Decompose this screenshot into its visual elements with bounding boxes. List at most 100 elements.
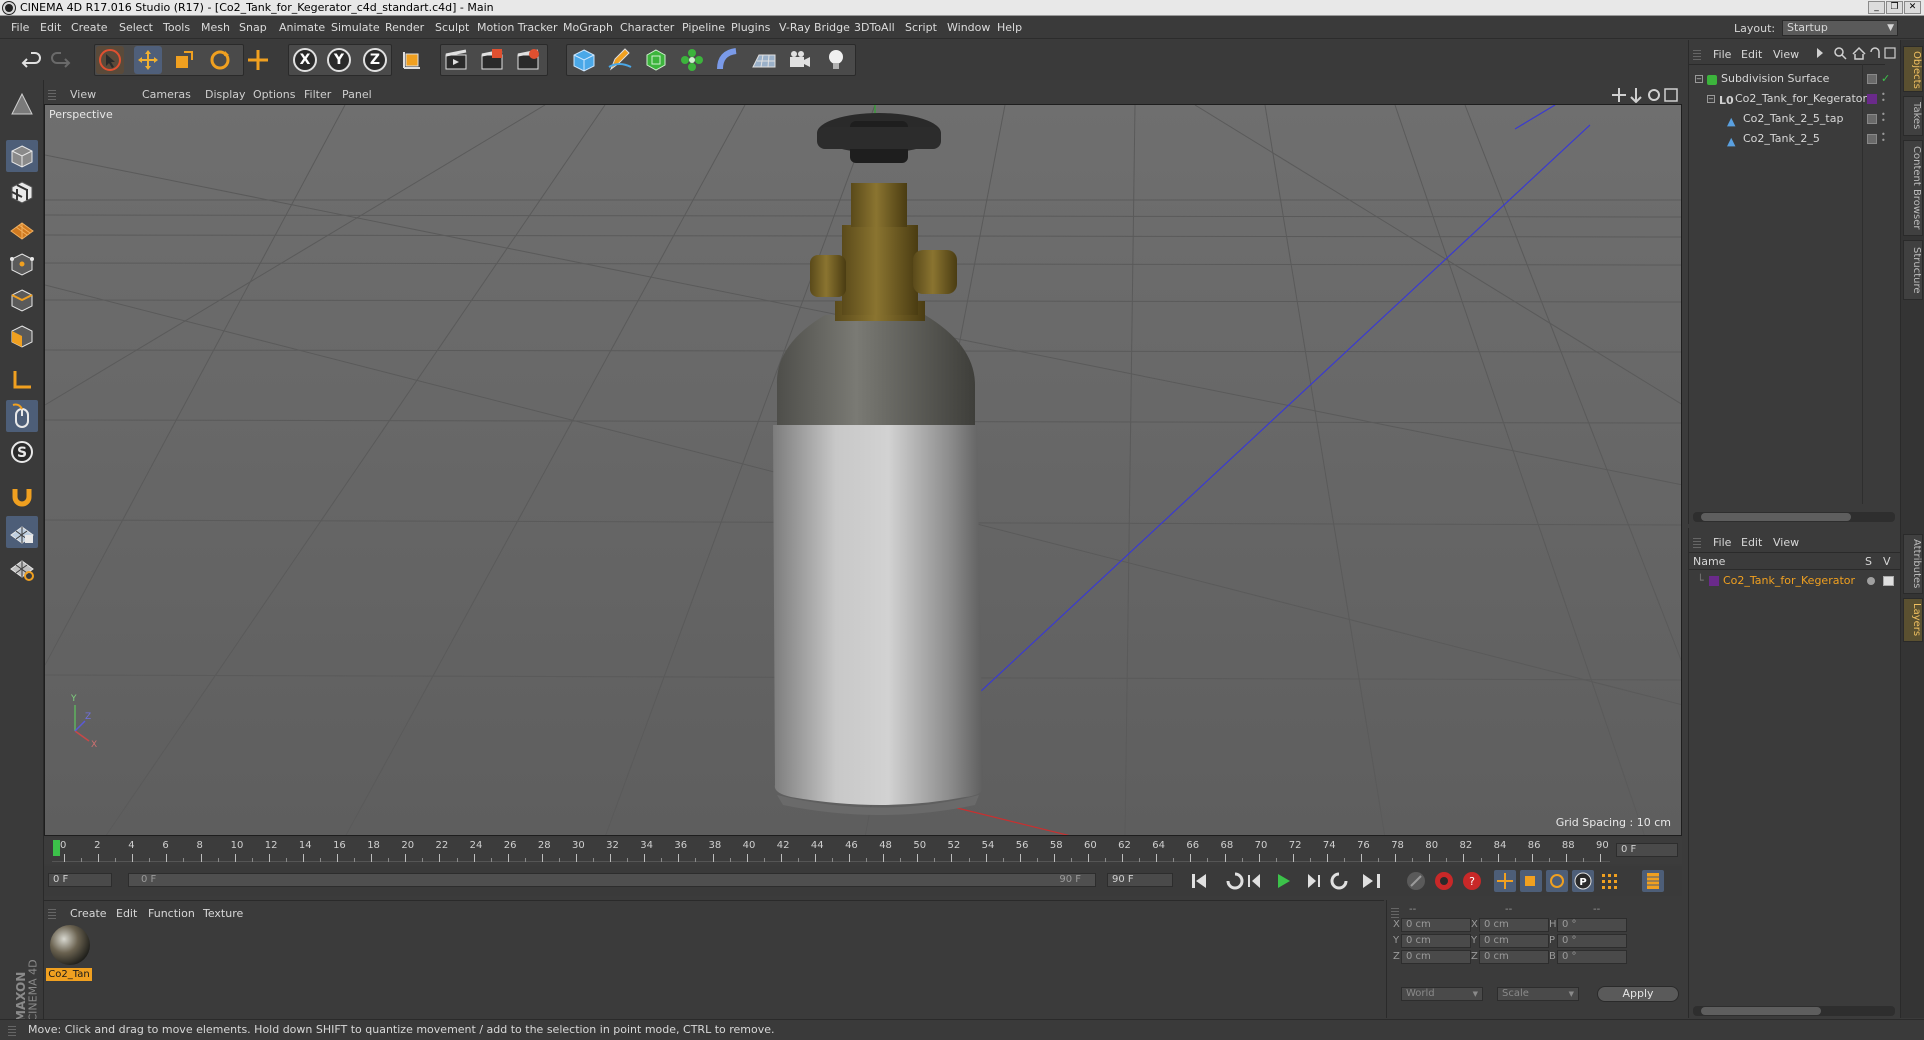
checkmark-icon[interactable]: ✓ (1881, 70, 1890, 88)
tab-objects[interactable]: Objects (1903, 46, 1923, 92)
object-menu-file[interactable]: File (1713, 48, 1731, 61)
snap-button[interactable]: S (6, 436, 38, 468)
make-editable-button[interactable] (6, 88, 38, 120)
tab-content-browser[interactable]: Content Browser (1903, 140, 1923, 236)
grip-handle-icon[interactable] (8, 1024, 16, 1036)
edit-toggle-icon[interactable] (1867, 114, 1877, 124)
x-axis-lock-button[interactable]: X (291, 46, 319, 74)
edit-toggle-icon[interactable] (1867, 74, 1877, 84)
menu-snap[interactable]: Snap (239, 21, 267, 34)
coord-value-field[interactable]: 0 ° (1557, 934, 1627, 948)
viewport-menu-panel[interactable]: Panel (342, 88, 372, 101)
edit-toggle-icon[interactable] (1867, 134, 1877, 144)
add-mograph-cloner-button[interactable] (678, 46, 706, 74)
material-menu-create[interactable]: Create (70, 907, 107, 920)
material-menu-edit[interactable]: Edit (116, 907, 137, 920)
menu-3dtoall[interactable]: 3DToAll (854, 21, 895, 34)
menu-simulate[interactable]: Simulate (331, 21, 380, 34)
coordinate-mode-dropdown[interactable]: World ▼ (1401, 987, 1483, 1001)
tweak-mode-button[interactable] (6, 400, 38, 432)
menu-render[interactable]: Render (385, 21, 424, 34)
grip-handle-icon[interactable] (48, 907, 56, 919)
move-tool-button[interactable] (134, 46, 162, 74)
render-to-picture-viewer-button[interactable] (478, 46, 506, 74)
restore-button[interactable]: ❐ (1886, 1, 1903, 14)
collapse-icon[interactable]: − (1707, 95, 1715, 103)
object-horizontal-scrollbar[interactable] (1693, 512, 1895, 522)
menu-motion-tracker[interactable]: Motion Tracker (477, 21, 557, 34)
grip-handle-icon[interactable] (1391, 906, 1399, 918)
object-row-co2-tank-for-kegerator[interactable]: − L0 Co2_Tank_for_Kegerator • • (1689, 90, 1886, 108)
texture-mode-button[interactable] (6, 176, 38, 208)
menu-window[interactable]: Window (947, 21, 990, 34)
planar-workplane-button[interactable] (6, 552, 38, 584)
menu-edit[interactable]: Edit (40, 21, 61, 34)
viewport-menu-filter[interactable]: Filter (304, 88, 331, 101)
object-manager-tools[interactable] (1815, 46, 1899, 60)
menu-help[interactable]: Help (997, 21, 1022, 34)
edges-mode-button[interactable] (6, 284, 38, 316)
layer-menu-view[interactable]: View (1773, 536, 1799, 549)
menu-tools[interactable]: Tools (163, 21, 190, 34)
add-spline-pen-button[interactable] (606, 46, 634, 74)
material-swatch[interactable]: Co2_Tan (46, 923, 92, 981)
solo-toggle-icon[interactable] (1867, 577, 1875, 585)
coord-value-field[interactable]: 0 cm (1401, 918, 1471, 932)
viewport-menu-options[interactable]: Options (253, 88, 295, 101)
apply-button[interactable]: Apply (1597, 986, 1679, 1002)
preview-range-slider[interactable]: 0 F 90 F (128, 873, 1096, 887)
menu-vray-bridge[interactable]: V-Ray Bridge (779, 21, 850, 34)
workplane-lock-button[interactable] (6, 516, 38, 548)
grip-handle-icon[interactable] (1693, 536, 1701, 548)
playhead-marker[interactable] (53, 840, 60, 856)
menu-pipeline[interactable]: Pipeline (682, 21, 725, 34)
scale-tool-button[interactable] (170, 46, 198, 74)
close-button[interactable]: ✕ (1904, 1, 1921, 14)
render-view-button[interactable] (442, 46, 470, 74)
render-settings-button[interactable] (514, 46, 542, 74)
coord-value-field[interactable]: 0 cm (1479, 950, 1549, 964)
visibility-dots-icon[interactable]: • • (1881, 91, 1886, 105)
visibility-dots-icon[interactable]: • • (1881, 111, 1886, 125)
menu-create[interactable]: Create (71, 21, 108, 34)
layout-dropdown[interactable]: Startup ▼ (1782, 20, 1898, 36)
object-row-co2-tank-2-5-tap[interactable]: ▲ Co2_Tank_2_5_tap • • (1689, 110, 1886, 129)
menu-mograph[interactable]: MoGraph (563, 21, 613, 34)
current-frame-field[interactable]: 0 F (1616, 843, 1678, 857)
redo-button[interactable] (48, 46, 76, 74)
coordinate-system-button[interactable] (398, 46, 426, 74)
transport-controls[interactable]: ? P (1182, 868, 1682, 894)
object-row-co2-tank-2-5[interactable]: ▲ Co2_Tank_2_5 • • (1689, 130, 1886, 149)
viewport-menu-cameras[interactable]: Cameras (142, 88, 191, 101)
add-camera-button[interactable] (786, 46, 814, 74)
perspective-viewport[interactable]: Y X Z Perspective Grid Spacing : 10 cm (44, 104, 1682, 836)
size-mode-dropdown[interactable]: Scale ▼ (1497, 987, 1579, 1001)
grip-handle-icon[interactable] (1693, 48, 1701, 60)
material-menu-texture[interactable]: Texture (203, 907, 243, 920)
end-frame-field[interactable]: 90 F (1107, 873, 1173, 887)
menu-animate[interactable]: Animate (279, 21, 325, 34)
menu-script[interactable]: Script (905, 21, 937, 34)
polygons-mode-button[interactable] (6, 320, 38, 352)
object-menu-edit[interactable]: Edit (1741, 48, 1762, 61)
start-frame-field[interactable]: 0 F (48, 873, 112, 887)
menu-sculpt[interactable]: Sculpt (435, 21, 469, 34)
tab-layers[interactable]: Layers (1903, 598, 1923, 642)
menu-plugins[interactable]: Plugins (731, 21, 770, 34)
coord-value-field[interactable]: 0 cm (1401, 934, 1471, 948)
menu-select[interactable]: Select (119, 21, 153, 34)
object-menu-view[interactable]: View (1773, 48, 1799, 61)
collapse-icon[interactable]: − (1695, 75, 1703, 83)
grip-handle-icon[interactable] (48, 88, 56, 100)
layer-menu-file[interactable]: File (1713, 536, 1731, 549)
layer-color-swatch[interactable] (1867, 94, 1877, 104)
add-deformer-button[interactable] (714, 46, 742, 74)
coord-value-field[interactable]: 0 ° (1557, 918, 1627, 932)
viewport-nav-icons[interactable] (1612, 87, 1680, 103)
y-axis-lock-button[interactable]: Y (325, 46, 353, 74)
coord-value-field[interactable]: 0 cm (1401, 950, 1471, 964)
add-subdivision-surface-button[interactable] (642, 46, 670, 74)
layer-horizontal-scrollbar[interactable] (1693, 1006, 1895, 1016)
recent-tool-button[interactable] (244, 46, 272, 74)
menu-mesh[interactable]: Mesh (201, 21, 230, 34)
